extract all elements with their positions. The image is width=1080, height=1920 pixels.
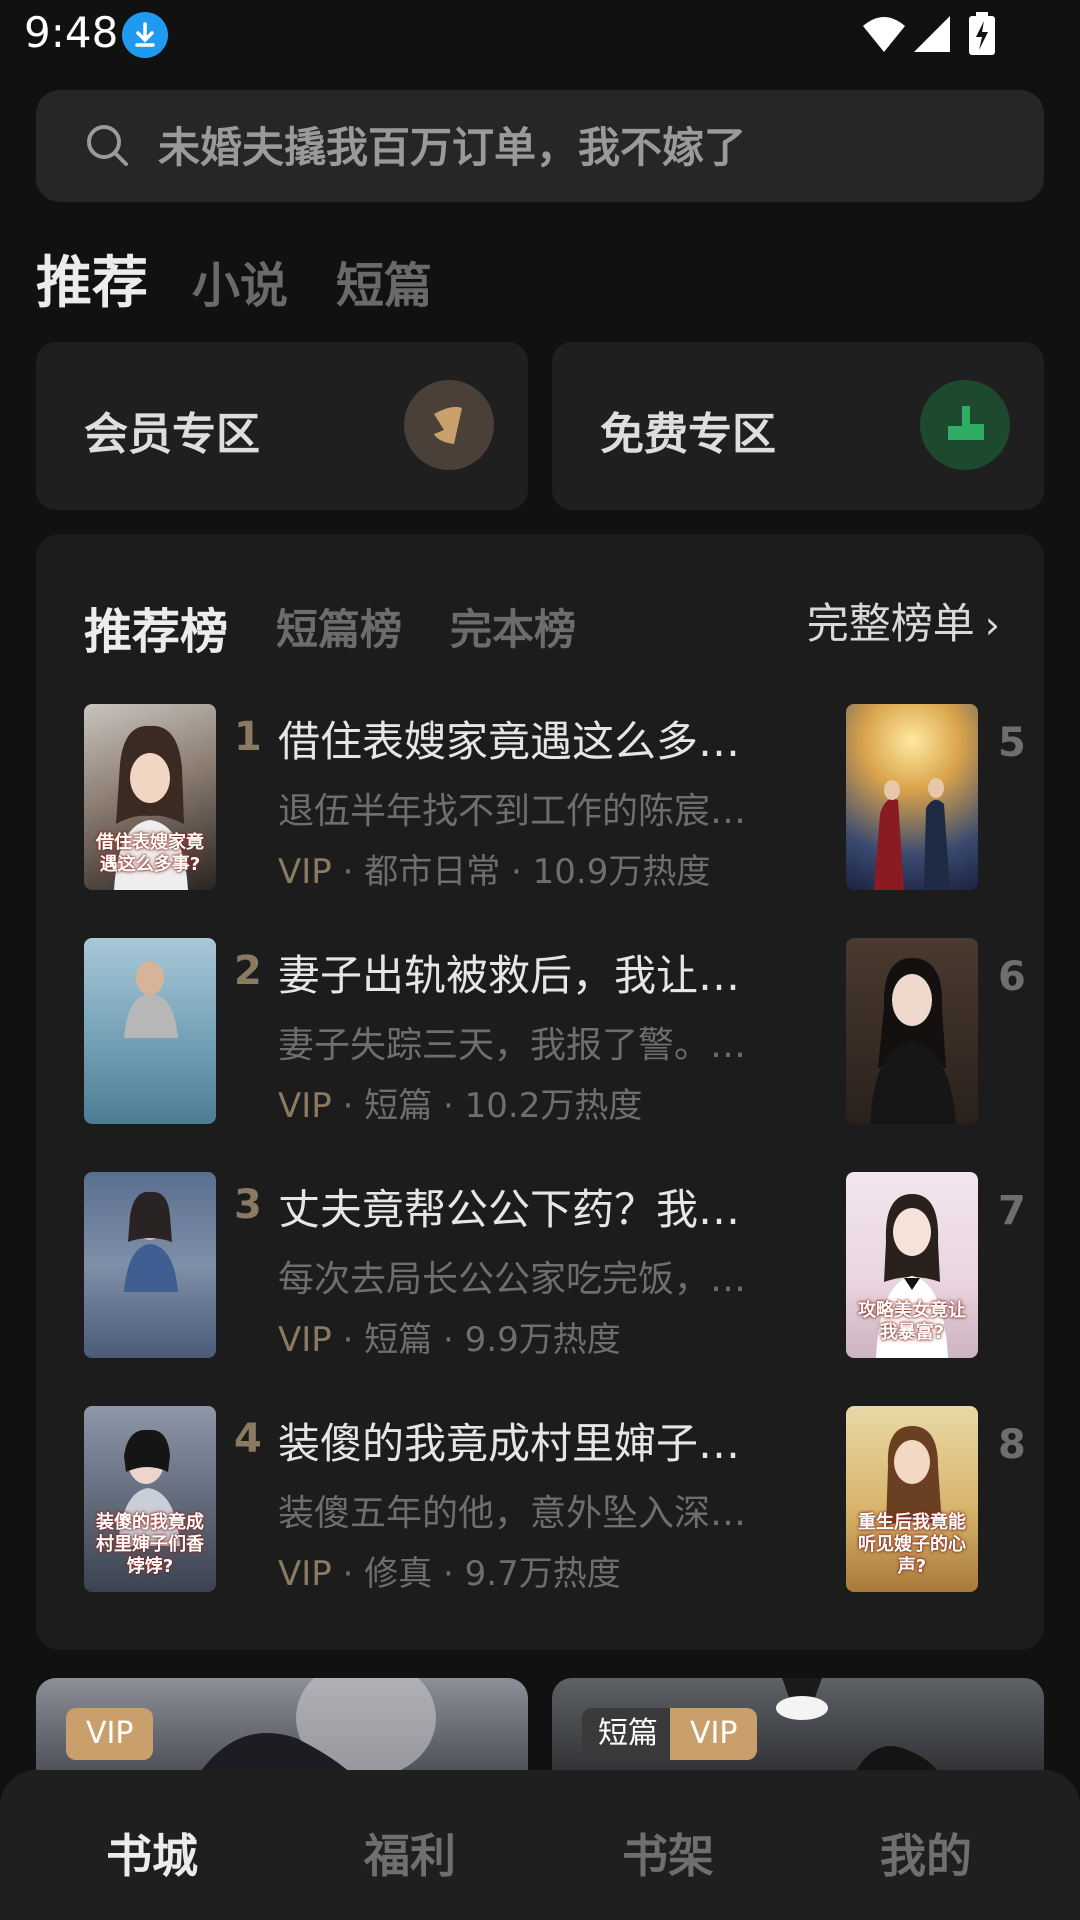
book-cover: [84, 1172, 216, 1358]
book-title: 借住表嫂家竟遇这么多事...: [278, 717, 778, 766]
list-item[interactable]: 重生后我竟能听见嫂子的心声? 8: [846, 1406, 1026, 1592]
download-icon: [122, 12, 168, 58]
rank-number: 8: [998, 1422, 1026, 1468]
rank-number: 6: [998, 954, 1026, 1000]
vip-zone-card[interactable]: 会员专区: [36, 342, 528, 510]
promo-card[interactable]: 短篇 VIP: [552, 1678, 1044, 1778]
meta-separator: ·: [443, 1554, 454, 1594]
list-item[interactable]: 借住表嫂家竟遇这么多事? 1 借住表嫂家竟遇这么多事... 退伍半年找不到工作的…: [84, 704, 804, 893]
book-cover: [84, 938, 216, 1124]
tab-novel[interactable]: 小说: [192, 246, 288, 316]
list-item[interactable]: 6: [846, 938, 1026, 1124]
vip-zone-label: 会员专区: [84, 409, 260, 460]
nav-bookstore[interactable]: 书城: [106, 1820, 198, 1886]
cover-text: 重生后我竟能听见嫂子的心声?: [858, 1512, 966, 1577]
book-description: 装傻五年的他，意外坠入深潭...: [278, 1493, 778, 1534]
meta-separator: ·: [342, 1086, 354, 1126]
book-cover: 借住表嫂家竟遇这么多事?: [84, 704, 216, 890]
book-cover: [846, 704, 978, 890]
status-bar: 9:48: [0, 0, 1080, 72]
chevron-right-icon: ›: [984, 603, 1000, 647]
signal-icon: [912, 14, 952, 58]
book-meta: VIP · 修真 · 9.7万热度: [278, 1546, 621, 1595]
meta-separator: ·: [342, 1320, 354, 1360]
battery-charging-icon: [968, 12, 996, 60]
rank-number: 5: [998, 720, 1026, 766]
book-cover: 重生后我竟能听见嫂子的心声?: [846, 1406, 978, 1592]
full-list-link[interactable]: 完整榜单 ›: [807, 590, 1000, 651]
list-item[interactable]: 2 妻子出轨被救后，我让她... 妻子失踪三天，我报了警。警... VIP · …: [84, 938, 804, 1127]
book-category: 短篇: [364, 1086, 433, 1126]
status-time: 9:48: [24, 8, 119, 57]
vip-tag: VIP: [278, 1320, 332, 1360]
meta-separator: ·: [443, 1086, 454, 1126]
search-icon: [84, 122, 130, 172]
book-cover: 装傻的我竟成村里婶子们香饽饽?: [84, 1406, 216, 1592]
search-input[interactable]: [156, 116, 1000, 178]
meta-separator: ·: [342, 852, 354, 892]
bottom-nav: 书城 福利 书架 我的: [0, 1770, 1080, 1920]
nav-welfare[interactable]: 福利: [364, 1820, 456, 1886]
book-heat: 10.9万热度: [532, 852, 711, 892]
book-category: 修真: [364, 1554, 433, 1594]
book-heat: 9.7万热度: [464, 1554, 621, 1594]
free-zone-card[interactable]: 免费专区: [552, 342, 1044, 510]
book-description: 退伍半年找不到工作的陈宸投...: [278, 791, 778, 832]
rank-number: 4: [234, 1416, 262, 1462]
book-meta: VIP · 都市日常 · 10.9万热度: [278, 844, 710, 893]
ranking-card: 推荐榜 短篇榜 完本榜 完整榜单 › 借住表嫂家竟遇这么多事? 1 借住表嫂家竟遇…: [36, 534, 1044, 1650]
rank-number: 3: [234, 1182, 262, 1228]
list-item[interactable]: 5: [846, 704, 1026, 890]
vip-tag: VIP: [278, 852, 332, 892]
rank-number: 2: [234, 948, 262, 994]
cover-text: 攻略美女竟让我暴富?: [858, 1300, 966, 1343]
vip-badge: VIP: [670, 1708, 758, 1760]
tab-short-rank[interactable]: 短篇榜: [276, 596, 402, 657]
nav-mine[interactable]: 我的: [880, 1820, 972, 1886]
meta-separator: ·: [342, 1554, 354, 1594]
book-title: 妻子出轨被救后，我让她...: [278, 951, 778, 1000]
list-item[interactable]: 攻略美女竟让我暴富? 7: [846, 1172, 1026, 1358]
cover-text: 装傻的我竟成村里婶子们香饽饽?: [96, 1512, 204, 1577]
book-category: 短篇: [364, 1320, 433, 1360]
book-title: 装傻的我竟成村里婶子们...: [278, 1419, 778, 1468]
tab-short[interactable]: 短篇: [336, 246, 432, 316]
book-category: 都市日常: [364, 852, 501, 892]
book-cover: [846, 938, 978, 1124]
rank-number: 1: [234, 714, 262, 760]
vip-tag: VIP: [278, 1554, 332, 1594]
rank-number: 7: [998, 1188, 1026, 1234]
book-meta: VIP · 短篇 · 9.9万热度: [278, 1312, 621, 1361]
vip-tag: VIP: [278, 1086, 332, 1126]
vip-badge: VIP: [66, 1708, 154, 1760]
book-meta: VIP · 短篇 · 10.2万热度: [278, 1078, 642, 1127]
list-item[interactable]: 装傻的我竟成村里婶子们香饽饽? 4 装傻的我竟成村里婶子们... 装傻五年的他，…: [84, 1406, 804, 1595]
book-description: 每次去局长公公家吃完饭，我...: [278, 1259, 778, 1300]
free-zone-icon: [920, 380, 1010, 470]
book-heat: 9.9万热度: [464, 1320, 621, 1360]
nav-bookshelf[interactable]: 书架: [622, 1820, 714, 1886]
book-description: 妻子失踪三天，我报了警。警...: [278, 1025, 778, 1066]
book-title: 丈夫竟帮公公下药？我录...: [278, 1185, 778, 1234]
free-zone-label: 免费专区: [600, 409, 776, 460]
short-badge: 短篇: [582, 1708, 674, 1760]
tab-recommend[interactable]: 推荐: [36, 238, 148, 319]
list-item[interactable]: 3 丈夫竟帮公公下药？我录... 每次去局长公公家吃完饭，我... VIP · …: [84, 1172, 804, 1361]
book-cover: 攻略美女竟让我暴富?: [846, 1172, 978, 1358]
book-heat: 10.2万热度: [464, 1086, 643, 1126]
tab-complete-rank[interactable]: 完本榜: [450, 596, 576, 657]
promo-card[interactable]: VIP: [36, 1678, 528, 1778]
vip-zone-icon: [404, 380, 494, 470]
cover-text: 借住表嫂家竟遇这么多事?: [96, 832, 204, 875]
meta-separator: ·: [511, 852, 522, 892]
search-bar[interactable]: [36, 90, 1044, 202]
full-list-label: 完整榜单: [806, 599, 975, 648]
wifi-icon: [862, 14, 906, 58]
tab-recommend-rank[interactable]: 推荐榜: [84, 592, 228, 662]
meta-separator: ·: [443, 1320, 454, 1360]
